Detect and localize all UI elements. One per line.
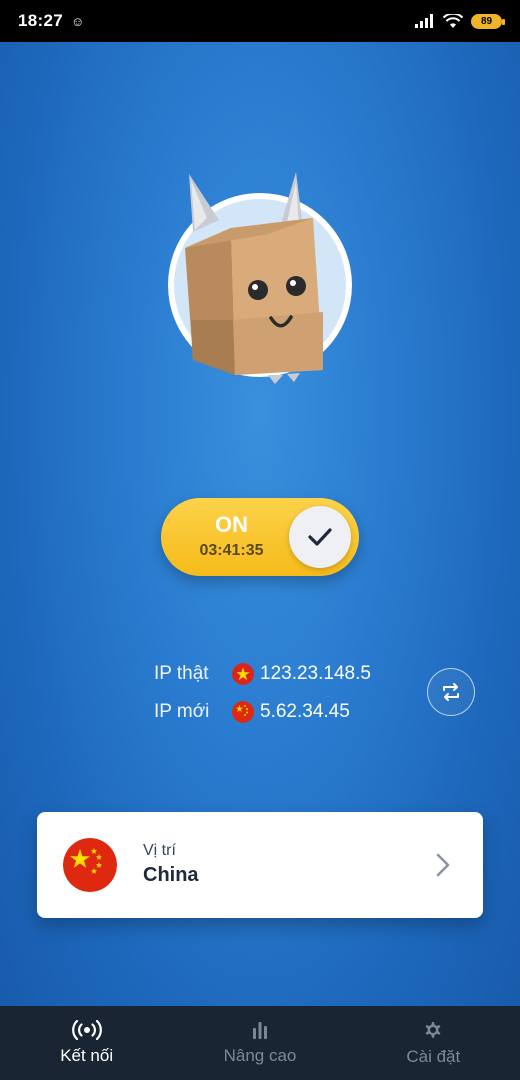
status-time: 18:27 [18,11,63,30]
nav-tab-connect[interactable]: Kết nối [0,1006,173,1080]
nav-label-advanced: Nâng cao [223,1046,297,1065]
nav-label-connect: Kết nối [60,1046,114,1065]
real-ip-label: IP thật [154,663,209,684]
vietnam-flag-icon [232,663,254,685]
new-ip-label: IP mới [154,701,210,722]
china-flag-large-icon [63,838,117,892]
location-value: China [143,864,199,886]
real-ip-value: 123.23.148.5 [260,663,371,684]
box-mascot-illustration [168,172,352,384]
signal-icon [415,14,433,28]
new-ip-value: 5.62.34.45 [260,701,350,722]
nav-tab-advanced[interactable]: Nâng cao [173,1006,346,1080]
gear-icon [425,1022,441,1038]
real-ip-row: IP thật 123.23.148.5 [154,661,371,687]
battery-indicator: 89 [471,13,505,29]
wifi-icon [443,13,463,28]
status-icons: 89 [415,13,505,29]
new-ip-row: IP mới 5.62.34.45 [154,699,350,725]
toggle-knob[interactable] [289,506,351,568]
swap-arrows-icon [443,683,459,701]
nav-tab-settings[interactable]: Cài đặt [347,1006,520,1080]
nav-label-settings: Cài đặt [406,1047,461,1066]
bottom-navigation: Kết nối Nâng cao Cài đặt [0,1006,520,1080]
vpn-toggle-button[interactable]: ON 03:41:35 [161,498,359,576]
location-label: Vị trí [143,842,176,859]
status-bar: 18:27 ☺ 89 [0,0,520,42]
toggle-state-label: ON [215,512,248,537]
china-flag-icon [232,701,254,723]
location-selector-card[interactable]: Vị trí China [37,812,483,918]
broadcast-icon [71,1020,102,1040]
connection-timer: 03:41:35 [199,542,264,559]
notification-mascot-icon: ☺ [70,13,85,29]
checkmark-icon [308,528,332,546]
change-ip-button[interactable] [427,668,475,716]
bar-chart-icon [252,1022,267,1039]
chevron-right-icon [436,853,450,877]
